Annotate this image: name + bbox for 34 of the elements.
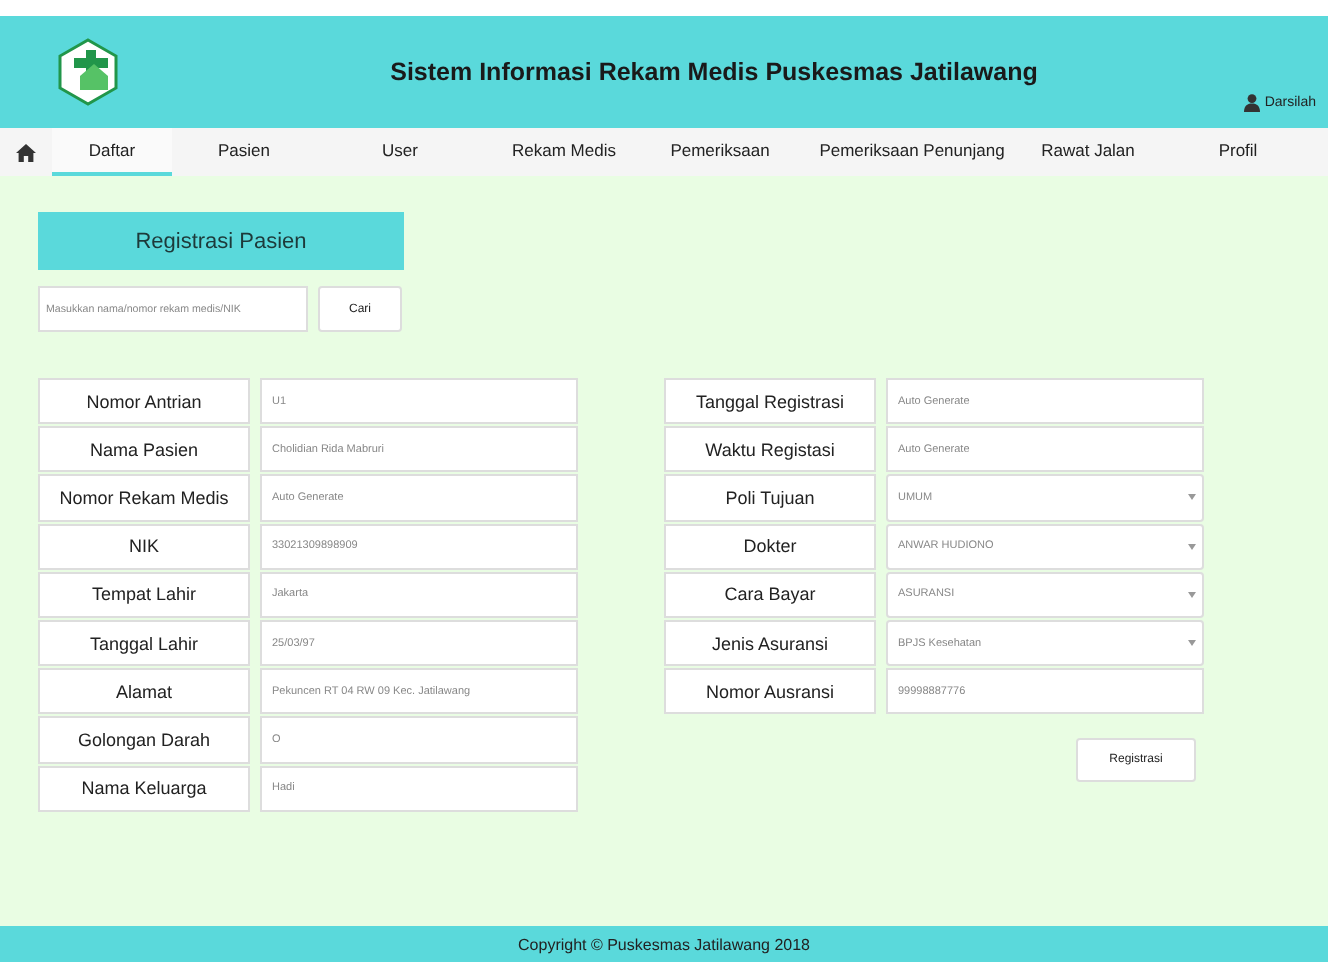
nav-tab[interactable]: Rawat Jalan (1028, 128, 1148, 176)
app-title: Sistem Informasi Rekam Medis Puskesmas Jatilawang (388, 58, 1040, 86)
field-label: Jenis Asuransi (664, 619, 876, 667)
user-icon (1244, 94, 1261, 112)
field-label: Poli Tujuan (664, 474, 876, 522)
field-label: Nama Pasien (38, 426, 250, 473)
field-label: Golongan Darah (38, 716, 250, 763)
caret-icon (1188, 494, 1196, 501)
caret-icon (1188, 591, 1196, 598)
nav-tab[interactable]: User (316, 128, 484, 176)
caret-icon (1188, 543, 1196, 550)
field-label: Nama Keluarga (38, 765, 250, 812)
field-label: Dokter (664, 523, 876, 570)
home-icon (16, 143, 36, 161)
logo-icon (54, 38, 122, 106)
footer-text: Copyright © Puskesmas Jatilawang 2018 (0, 926, 1328, 962)
field-label: Nomor Rekam Medis (38, 474, 250, 522)
nav-tab[interactable]: Rekam Medis (484, 128, 644, 176)
nav-tab[interactable]: Profil (1148, 128, 1328, 176)
field-label: Waktu Registasi (664, 426, 876, 473)
field-label: Tempat Lahir (38, 571, 250, 618)
field-label: Alamat (38, 668, 250, 715)
nav-tab[interactable]: Daftar (52, 128, 172, 176)
field-label: Tanggal Lahir (38, 619, 250, 667)
field-label: Nomor Antrian (38, 378, 250, 425)
field-label: Nomor Ausransi (664, 668, 876, 715)
nav-tab[interactable]: Pasien (172, 128, 316, 176)
nav-tab[interactable]: Pemeriksaan (644, 128, 796, 176)
section-title: Registrasi Pasien (38, 212, 404, 270)
field-label: NIK (38, 523, 250, 570)
field-label: Tanggal Registrasi (664, 378, 876, 425)
nav-tab[interactable]: Pemeriksaan Penunjang (796, 128, 1028, 176)
caret-icon (1188, 640, 1196, 647)
field-label: Cara Bayar (664, 571, 876, 618)
